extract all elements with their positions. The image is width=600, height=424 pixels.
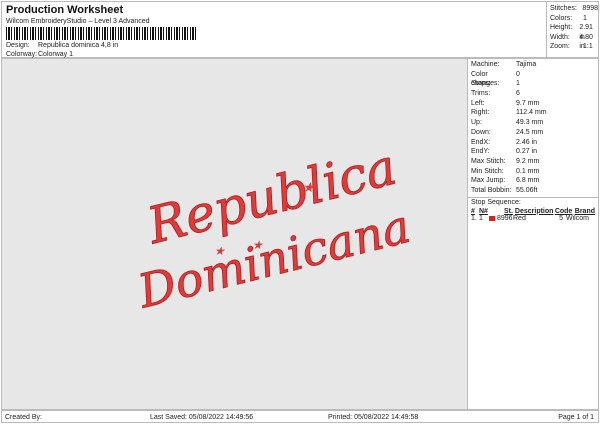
detail-label: Left:	[471, 99, 485, 107]
thread-brand: Wilcom	[566, 214, 589, 222]
detail-value: Tajima	[516, 61, 537, 68]
detail-row: Max Jump: 6.8 mm	[471, 176, 595, 186]
stat-label: Width:	[550, 33, 570, 41]
detail-row: Right: 112.4 mm	[471, 108, 595, 118]
page-title: Production Worksheet	[6, 4, 124, 16]
detail-row: Up: 49.3 mm	[471, 118, 595, 128]
page-number: Page 1 of 1	[558, 414, 594, 421]
detail-value: 49.3 mm	[516, 119, 544, 127]
color-description: Red	[513, 214, 526, 222]
detail-row: Trims: 6	[471, 89, 595, 99]
detail-row: Left: 9.7 mm	[471, 99, 595, 109]
detail-value: 9.2 mm	[516, 157, 540, 165]
detail-row: Color changes: 0	[471, 70, 595, 88]
stat-value: 4.80 in	[579, 33, 593, 51]
stat-value: 1	[583, 14, 587, 22]
detail-label: EndX:	[471, 138, 491, 146]
table-row: 1. 1 8996 Red 5 Wilcom	[471, 215, 595, 222]
design-value: Republica dominica 4,8 in	[38, 42, 119, 49]
sequence-header: # N# St. Description Code Brand	[471, 208, 595, 215]
color-code: 5	[559, 214, 563, 222]
detail-label: Max Stitch:	[471, 157, 506, 165]
stitch-count: 8996	[497, 214, 513, 222]
detail-label: Min Stitch:	[471, 167, 504, 175]
detail-row: Stops: 1	[471, 79, 595, 89]
stop-sequence-title: Stop Sequence:	[471, 198, 521, 206]
stat-value: 1:1	[583, 43, 593, 50]
detail-value: 2.46 in	[516, 138, 538, 146]
col-header: Brand	[574, 207, 596, 215]
detail-row: EndY: 0.27 in	[471, 147, 595, 157]
last-saved: Last Saved: 05/08/2022 14:49:56	[150, 414, 254, 421]
detail-row: Max Stitch: 9.2 mm	[471, 157, 595, 167]
detail-row: Min Stitch: 0.1 mm	[471, 167, 595, 177]
detail-row: EndX: 2.46 in	[471, 138, 595, 148]
detail-value: 0.1 mm	[516, 167, 540, 175]
printed-date: Printed: 05/08/2022 14:49:58	[328, 414, 419, 421]
col-header: N#	[478, 207, 488, 215]
stat-label: Stitches:	[550, 5, 577, 12]
detail-value: 0.27 in	[516, 148, 538, 156]
col-header: St.	[503, 207, 513, 215]
stat-value: 2.91 in	[579, 24, 593, 41]
star-icon: ★	[214, 244, 226, 258]
stat-label: Zoom:	[550, 43, 570, 50]
detail-label: Up:	[471, 119, 482, 127]
detail-value: 6	[516, 90, 520, 98]
detail-value: 55.06ft	[516, 186, 538, 194]
detail-row: Total Bobbin: 55.06ft	[471, 186, 595, 196]
detail-value: 24.5 mm	[516, 128, 544, 136]
detail-value: 9.7 mm	[516, 99, 540, 107]
details-panel: Machine: Tajima Color changes: 0 Stops: 1 Trim…	[467, 58, 599, 410]
created-by: Created By:	[5, 414, 42, 421]
star-icon: ★	[252, 238, 264, 252]
color-swatch	[489, 215, 495, 221]
detail-row: Machine: Tajima	[471, 60, 595, 70]
detail-label: Right:	[471, 109, 490, 117]
software-name: Wilcom EmbroideryStudio – Level 3 Advanc…	[6, 18, 150, 25]
footer: Created By: Last Saved: 05/08/2022 14:49…	[1, 410, 599, 423]
detail-value: 0	[516, 70, 520, 78]
stat-value: 8998	[582, 5, 598, 12]
design-preview: Republica Dominicana ★ ★ ★	[1, 58, 468, 410]
detail-label: Machine:	[471, 61, 500, 68]
stat-label: Colors:	[550, 14, 573, 22]
barcode	[6, 27, 196, 40]
colorway-value: Colorway 1	[38, 51, 74, 58]
detail-value: 6.8 mm	[516, 177, 540, 185]
detail-value: 1	[516, 80, 520, 88]
detail-label: Trims:	[471, 90, 491, 98]
detail-label: Max Jump:	[471, 177, 506, 185]
embroidery-design: Republica Dominicana ★ ★ ★	[132, 137, 416, 319]
design-label: Design:	[6, 42, 30, 49]
col-header: Code	[554, 207, 573, 215]
detail-value: 112.4 mm	[516, 109, 547, 117]
detail-label: Color changes:	[471, 70, 500, 88]
stat-label: Height:	[550, 24, 573, 31]
col-header: Description	[514, 207, 554, 215]
detail-label: Stops:	[471, 80, 491, 88]
detail-label: Total Bobbin:	[471, 186, 512, 194]
star-icon: ★	[302, 180, 316, 196]
detail-label: EndY:	[471, 148, 490, 156]
worksheet-header: Production Worksheet Wilcom EmbroiderySt…	[1, 1, 600, 59]
row-number: 1.	[471, 214, 477, 222]
col-header: #	[471, 207, 475, 215]
stats-panel: Stitches: 8998 Colors: 1 Height: 2.91 in Wi…	[546, 2, 600, 59]
needle-number: 1	[479, 214, 483, 222]
detail-label: Down:	[471, 128, 491, 136]
detail-row: Down: 24.5 mm	[471, 128, 595, 138]
colorway-label: Colorway:	[6, 51, 38, 58]
